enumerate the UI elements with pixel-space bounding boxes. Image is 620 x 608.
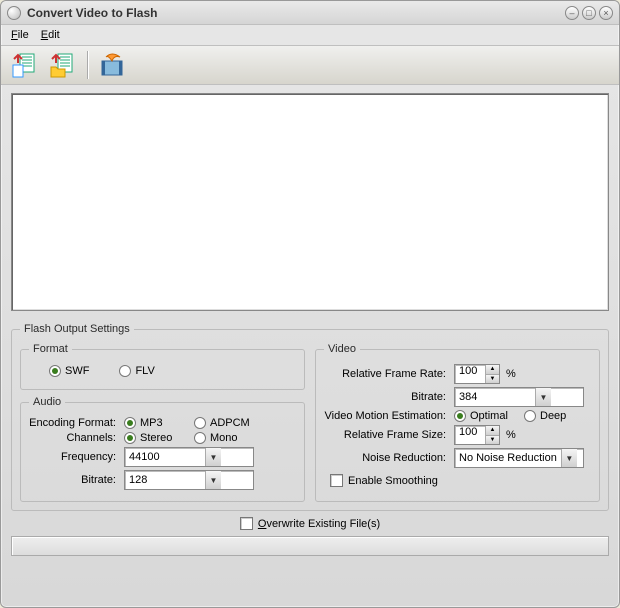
- framerate-spinner[interactable]: 100 ▲▼: [454, 364, 500, 384]
- file-list[interactable]: [11, 93, 609, 311]
- frequency-label: Frequency:: [29, 451, 124, 463]
- noise-label: Noise Reduction:: [324, 452, 454, 464]
- framerate-unit: %: [500, 368, 516, 380]
- menubar: File Edit: [1, 25, 619, 45]
- radio-icon: [119, 365, 131, 377]
- format-swf-label: SWF: [65, 365, 89, 377]
- motion-optimal-label: Optimal: [470, 410, 508, 422]
- framesize-unit: %: [500, 429, 516, 441]
- chevron-down-icon[interactable]: ▼: [535, 388, 551, 406]
- titlebar[interactable]: Convert Video to Flash – □ ×: [1, 1, 619, 25]
- radio-icon: [524, 410, 536, 422]
- add-folder-button[interactable]: [47, 49, 79, 81]
- format-legend: Format: [29, 343, 72, 355]
- audio-bitrate-value: 128: [125, 474, 205, 486]
- spin-down-icon[interactable]: ▼: [486, 375, 499, 384]
- minimize-button[interactable]: –: [565, 6, 579, 20]
- left-column: Format SWF FLV: [20, 343, 305, 502]
- framerate-value: 100: [455, 365, 485, 383]
- format-group: Format SWF FLV: [20, 343, 305, 390]
- channels-label: Channels:: [29, 432, 124, 444]
- radio-icon: [454, 410, 466, 422]
- spin-up-icon[interactable]: ▲: [486, 365, 499, 375]
- video-legend: Video: [324, 343, 360, 355]
- toolbar: [1, 45, 619, 85]
- audio-legend: Audio: [29, 396, 65, 408]
- menu-edit-rest: dit: [48, 29, 60, 41]
- noise-select[interactable]: No Noise Reduction ▼: [454, 448, 584, 468]
- smoothing-label: Enable Smoothing: [348, 475, 438, 487]
- app-window: Convert Video to Flash – □ × File Edit: [0, 0, 620, 608]
- menu-file[interactable]: File: [7, 27, 33, 43]
- spin-down-icon[interactable]: ▼: [486, 436, 499, 445]
- content-area: Flash Output Settings Format SWF FLV: [1, 85, 619, 607]
- format-flv-radio[interactable]: FLV: [119, 365, 154, 377]
- radio-icon: [194, 417, 206, 429]
- channels-stereo-label: Stereo: [140, 432, 172, 444]
- status-bar: [11, 536, 609, 556]
- video-bitrate-label: Bitrate:: [324, 391, 454, 403]
- spin-up-icon[interactable]: ▲: [486, 426, 499, 436]
- add-folder-icon: [49, 51, 77, 79]
- audio-group: Audio Encoding Format: MP3 ADPCM: [20, 396, 305, 502]
- format-flv-label: FLV: [135, 365, 154, 377]
- video-bitrate-value: 384: [455, 391, 535, 403]
- encoding-mp3-radio[interactable]: MP3: [124, 417, 194, 429]
- radio-icon: [124, 432, 136, 444]
- output-settings-group: Flash Output Settings Format SWF FLV: [11, 323, 609, 511]
- convert-icon: [98, 51, 126, 79]
- add-file-icon: [11, 51, 39, 79]
- encoding-label: Encoding Format:: [29, 417, 124, 429]
- channels-mono-label: Mono: [210, 432, 238, 444]
- app-icon: [7, 6, 21, 20]
- encoding-mp3-label: MP3: [140, 417, 163, 429]
- audio-bitrate-select[interactable]: 128 ▼: [124, 470, 254, 490]
- format-swf-radio[interactable]: SWF: [49, 365, 89, 377]
- motion-optimal-radio[interactable]: Optimal: [454, 410, 524, 422]
- radio-icon: [124, 417, 136, 429]
- channels-mono-radio[interactable]: Mono: [194, 432, 238, 444]
- chevron-down-icon[interactable]: ▼: [561, 449, 577, 467]
- audio-bitrate-label: Bitrate:: [29, 474, 124, 486]
- checkbox-icon: [240, 517, 253, 530]
- smoothing-checkbox[interactable]: Enable Smoothing: [330, 474, 438, 487]
- chevron-down-icon[interactable]: ▼: [205, 471, 221, 489]
- framesize-value: 100: [455, 426, 485, 444]
- menu-edit[interactable]: Edit: [37, 27, 64, 43]
- motion-deep-label: Deep: [540, 410, 566, 422]
- overwrite-label: Overwrite Existing File(s): [258, 518, 380, 530]
- right-column: Video Relative Frame Rate: 100 ▲▼ % Bitr…: [315, 343, 600, 502]
- noise-value: No Noise Reduction: [455, 452, 561, 464]
- window-buttons: – □ ×: [565, 6, 613, 20]
- maximize-button[interactable]: □: [582, 6, 596, 20]
- frequency-value: 44100: [125, 451, 205, 463]
- checkbox-icon: [330, 474, 343, 487]
- video-bitrate-select[interactable]: 384 ▼: [454, 387, 584, 407]
- overwrite-row: Overwrite Existing File(s): [11, 511, 609, 536]
- encoding-adpcm-label: ADPCM: [210, 417, 250, 429]
- encoding-adpcm-radio[interactable]: ADPCM: [194, 417, 250, 429]
- channels-stereo-radio[interactable]: Stereo: [124, 432, 194, 444]
- output-settings-legend: Flash Output Settings: [20, 323, 134, 335]
- frequency-select[interactable]: 44100 ▼: [124, 447, 254, 467]
- overwrite-checkbox[interactable]: Overwrite Existing File(s): [240, 517, 380, 530]
- framesize-spinner[interactable]: 100 ▲▼: [454, 425, 500, 445]
- radio-icon: [49, 365, 61, 377]
- framesize-label: Relative Frame Size:: [324, 429, 454, 441]
- video-group: Video Relative Frame Rate: 100 ▲▼ % Bitr…: [315, 343, 600, 502]
- motion-deep-radio[interactable]: Deep: [524, 410, 566, 422]
- chevron-down-icon[interactable]: ▼: [205, 448, 221, 466]
- menu-file-rest: ile: [18, 29, 29, 41]
- radio-icon: [194, 432, 206, 444]
- convert-button[interactable]: [96, 49, 128, 81]
- toolbar-separator: [87, 51, 88, 79]
- motion-label: Video Motion Estimation:: [324, 410, 454, 422]
- framerate-label: Relative Frame Rate:: [324, 368, 454, 380]
- add-file-button[interactable]: [9, 49, 41, 81]
- window-title: Convert Video to Flash: [27, 6, 565, 20]
- close-button[interactable]: ×: [599, 6, 613, 20]
